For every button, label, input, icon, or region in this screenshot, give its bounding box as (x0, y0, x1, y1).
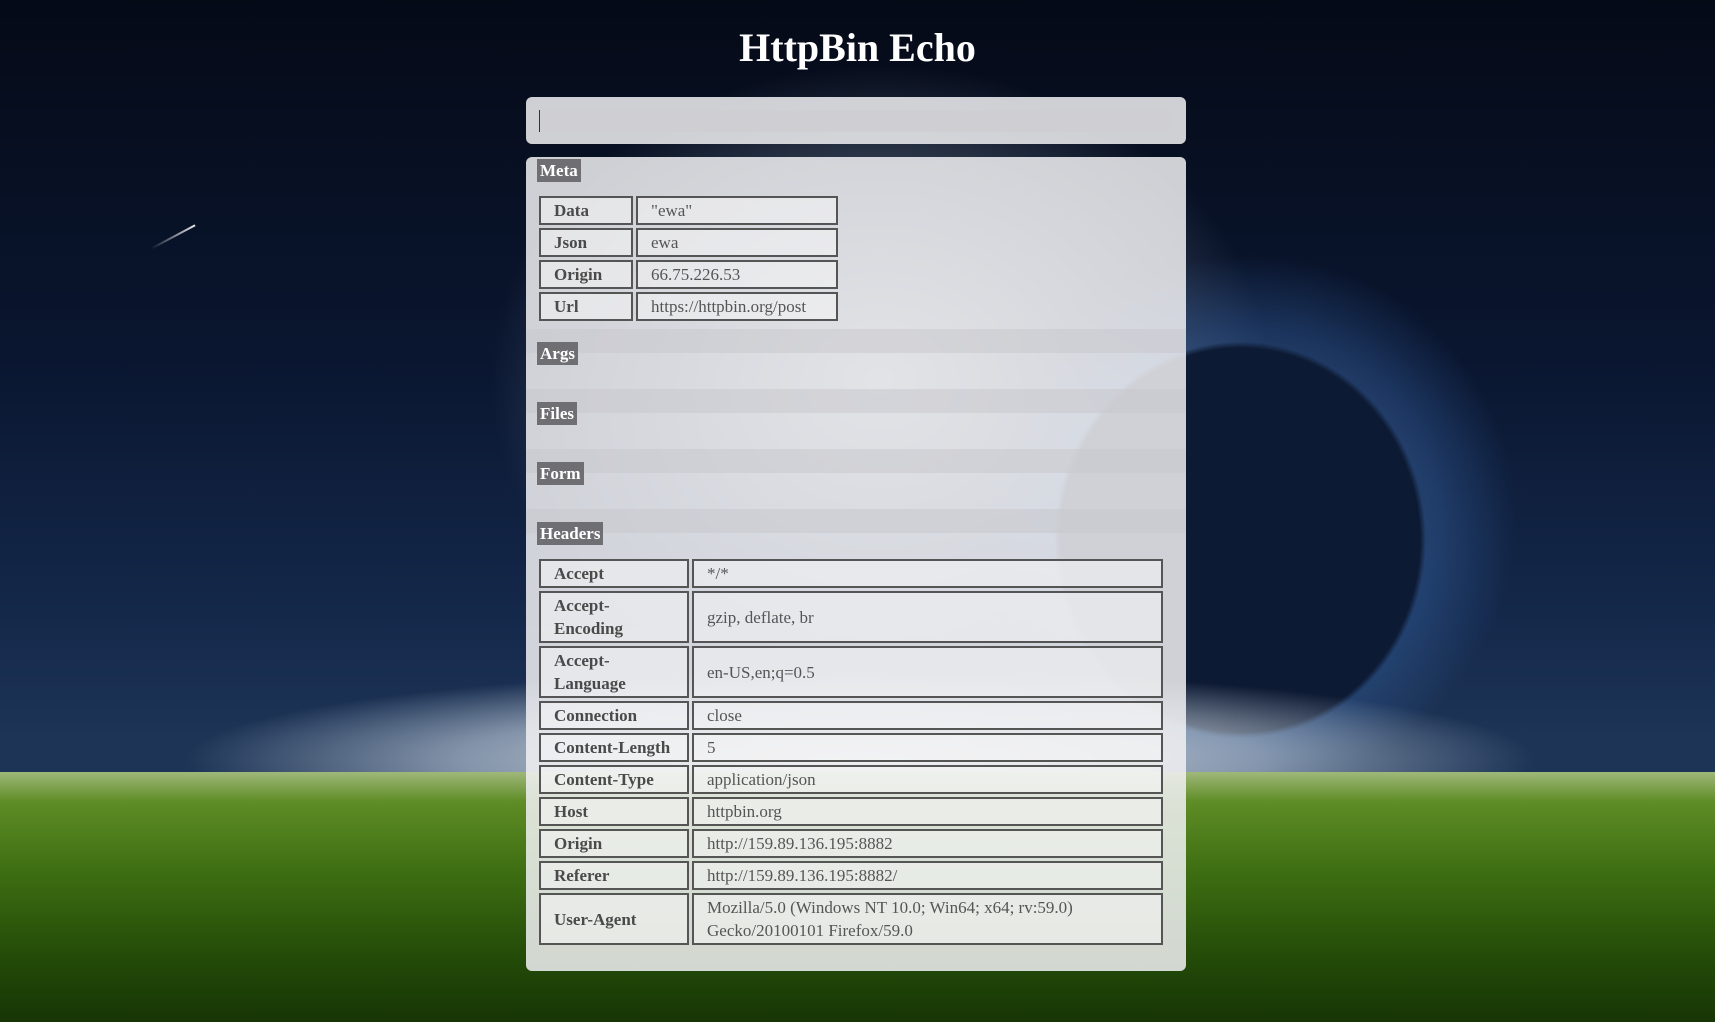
section-bar-headers (526, 509, 1186, 533)
meta-row-key: Data (539, 196, 633, 225)
header-row-value: en-US,en;q=0.5 (692, 646, 1163, 698)
meta-row-value: https://httpbin.org/post (636, 292, 838, 321)
header-row: Accept-Encoding gzip, deflate, br (539, 591, 1163, 643)
shooting-star-decoration (150, 224, 196, 250)
header-row-key: Accept-Language (539, 646, 689, 698)
header-row-value: */* (692, 559, 1163, 588)
header-row-key: Referer (539, 861, 689, 890)
header-row-value: 5 (692, 733, 1163, 762)
section-label-files: Files (537, 402, 577, 425)
header-row-value: http://159.89.136.195:8882/ (692, 861, 1163, 890)
search-panel (526, 97, 1186, 144)
meta-row: Data "ewa" (539, 196, 838, 225)
header-row: Accept */* (539, 559, 1163, 588)
section-label-meta: Meta (537, 159, 581, 182)
header-row-key: User-Agent (539, 893, 689, 945)
header-row-value: httpbin.org (692, 797, 1163, 826)
header-row: Accept-Language en-US,en;q=0.5 (539, 646, 1163, 698)
header-row-key: Origin (539, 829, 689, 858)
meta-row-value: 66.75.226.53 (636, 260, 838, 289)
header-row-key: Accept-Encoding (539, 591, 689, 643)
meta-row-key: Origin (539, 260, 633, 289)
header-row: Connection close (539, 701, 1163, 730)
search-input[interactable] (539, 110, 1172, 132)
header-row: User-Agent Mozilla/5.0 (Windows NT 10.0; … (539, 893, 1163, 945)
section-bar-form (526, 449, 1186, 473)
meta-row: Origin 66.75.226.53 (539, 260, 838, 289)
headers-table: Accept */* Accept-Encoding gzip, deflate, b… (536, 556, 1166, 948)
section-label-form: Form (537, 462, 584, 485)
meta-row: Url https://httpbin.org/post (539, 292, 838, 321)
meta-row-value: "ewa" (636, 196, 838, 225)
header-row-value: http://159.89.136.195:8882 (692, 829, 1163, 858)
header-row-key: Content-Type (539, 765, 689, 794)
header-row-key: Host (539, 797, 689, 826)
header-row: Content-Length 5 (539, 733, 1163, 762)
meta-row-key: Url (539, 292, 633, 321)
header-row-key: Connection (539, 701, 689, 730)
section-label-args: Args (537, 342, 578, 365)
meta-row-key: Json (539, 228, 633, 257)
header-row: Host httpbin.org (539, 797, 1163, 826)
meta-table: Data "ewa" Json ewa Origin 66.75.226.53 Url htt… (536, 193, 841, 324)
header-row-key: Content-Length (539, 733, 689, 762)
page-title: HttpBin Echo (739, 25, 976, 70)
header-row-value: Mozilla/5.0 (Windows NT 10.0; Win64; x64… (692, 893, 1163, 945)
results-panel: Meta Data "ewa" Json ewa Origin 66.75.226.53 U… (526, 157, 1186, 971)
header-row: Origin http://159.89.136.195:8882 (539, 829, 1163, 858)
section-label-headers: Headers (537, 522, 604, 545)
header-row: Content-Type application/json (539, 765, 1163, 794)
header-row-value: application/json (692, 765, 1163, 794)
header-row-value: close (692, 701, 1163, 730)
section-bar-files (526, 389, 1186, 413)
meta-row: Json ewa (539, 228, 838, 257)
header-row: Referer http://159.89.136.195:8882/ (539, 861, 1163, 890)
header-row-value: gzip, deflate, br (692, 591, 1163, 643)
meta-row-value: ewa (636, 228, 838, 257)
header-row-key: Accept (539, 559, 689, 588)
section-bar-args (526, 329, 1186, 353)
